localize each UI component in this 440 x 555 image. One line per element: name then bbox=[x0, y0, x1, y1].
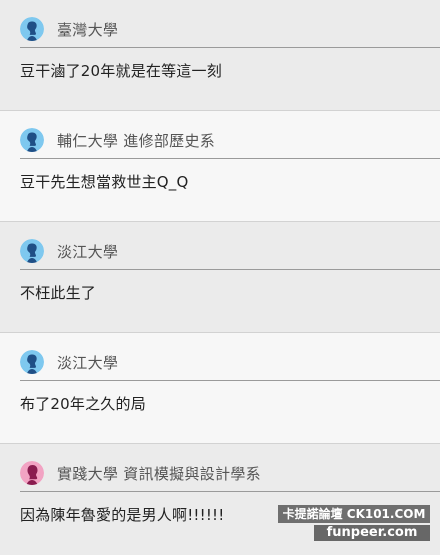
school-name[interactable]: 淡江大學 bbox=[57, 352, 118, 373]
divider bbox=[20, 47, 440, 48]
comment-text: 布了20年之久的局 bbox=[20, 395, 146, 413]
comment-text: 豆干先生想當救世主Q_Q bbox=[20, 173, 189, 191]
school-name[interactable]: 臺灣大學 bbox=[57, 19, 118, 40]
comment-header: 實踐大學 資訊模擬與設計學系 bbox=[20, 460, 261, 486]
watermark: 卡提諾論壇 CK101.COM funpeer.com bbox=[270, 505, 430, 541]
comment-header: 臺灣大學 bbox=[20, 16, 118, 42]
comment-item: 淡江大學 布了20年之久的局 bbox=[0, 333, 440, 444]
male-avatar-icon[interactable] bbox=[20, 239, 44, 263]
divider bbox=[20, 491, 440, 492]
comment-item: 輔仁大學 進修部歷史系 豆干先生想當救世主Q_Q bbox=[0, 111, 440, 222]
school-name[interactable]: 實踐大學 資訊模擬與設計學系 bbox=[57, 463, 261, 484]
divider bbox=[20, 380, 440, 381]
divider bbox=[20, 158, 440, 159]
comment-header: 淡江大學 bbox=[20, 349, 118, 375]
female-avatar-icon[interactable] bbox=[20, 461, 44, 485]
divider bbox=[20, 269, 440, 270]
male-avatar-icon[interactable] bbox=[20, 350, 44, 374]
comment-text: 因為陳年魯愛的是男人啊!!!!!! bbox=[20, 506, 225, 524]
male-avatar-icon[interactable] bbox=[20, 128, 44, 152]
comment-header: 淡江大學 bbox=[20, 238, 118, 264]
school-name[interactable]: 淡江大學 bbox=[57, 241, 118, 262]
comment-header: 輔仁大學 進修部歷史系 bbox=[20, 127, 215, 153]
school-name[interactable]: 輔仁大學 進修部歷史系 bbox=[57, 130, 215, 151]
watermark-ck101: 卡提諾論壇 CK101.COM bbox=[278, 505, 430, 523]
watermark-funpeer: funpeer.com bbox=[314, 525, 430, 541]
comment-item: 淡江大學 不枉此生了 bbox=[0, 222, 440, 333]
comment-item: 臺灣大學 豆干滷了20年就是在等這一刻 bbox=[0, 0, 440, 111]
comment-text: 不枉此生了 bbox=[20, 284, 97, 302]
male-avatar-icon[interactable] bbox=[20, 17, 44, 41]
comment-text: 豆干滷了20年就是在等這一刻 bbox=[20, 62, 222, 80]
